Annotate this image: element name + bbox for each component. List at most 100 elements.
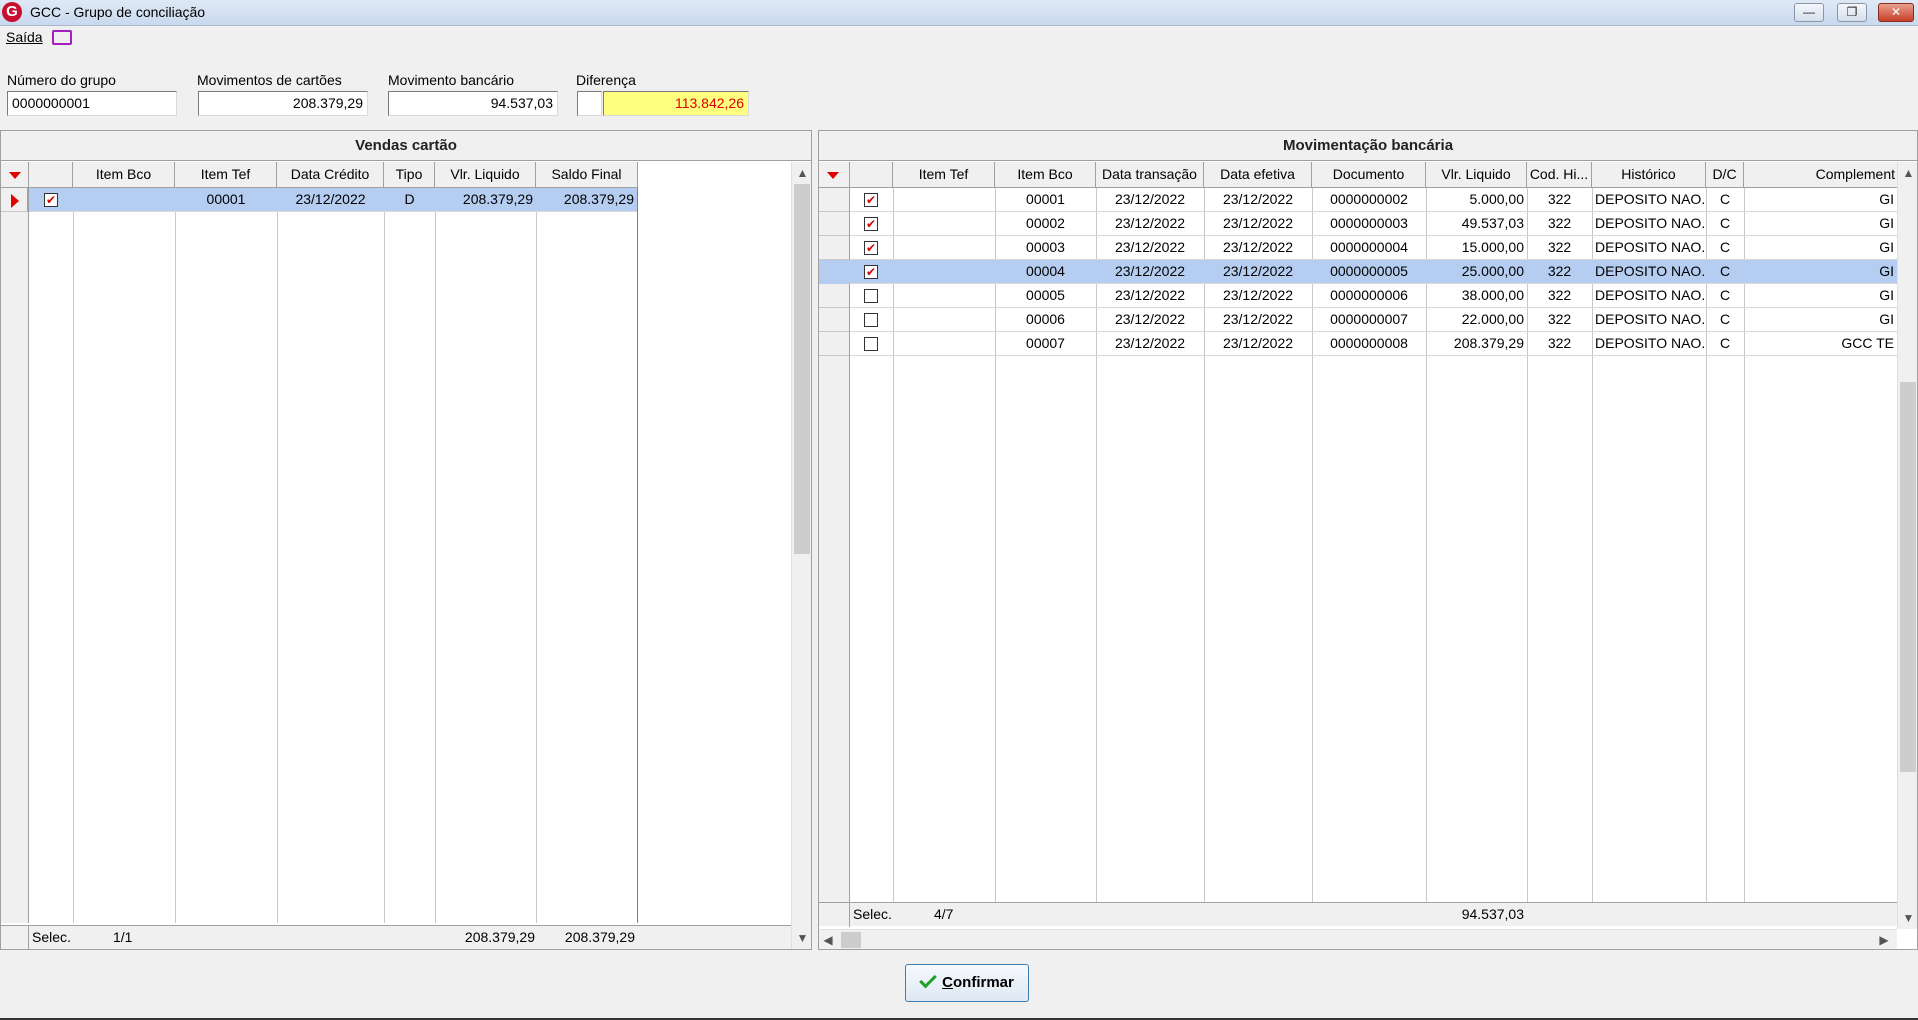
scroll-right-arrow-icon[interactable]: ▶ (1875, 931, 1893, 949)
numero-grupo-field[interactable]: 0000000001 (7, 91, 177, 116)
cell-item-bco: 00003 (995, 236, 1096, 260)
grid-right-border (637, 188, 638, 923)
header-saldo-final[interactable]: Saldo Final (536, 162, 638, 188)
header-item-bco[interactable]: Item Bco (995, 162, 1096, 188)
scrollbar-thumb[interactable] (841, 932, 861, 948)
header-item-tef[interactable]: Item Tef (175, 162, 277, 188)
scroll-up-arrow-icon[interactable]: ▲ (1898, 164, 1917, 182)
header-data-efetiva[interactable]: Data efetiva (1204, 162, 1312, 188)
vendas-cartao-panel: Vendas cartão Item Bco Item Tef Data Cré… (0, 130, 812, 950)
cell-complemento: GІ (1744, 260, 1897, 284)
cell-historico: DEPOSITO NAO... (1592, 332, 1706, 356)
row-checkbox-cell[interactable]: ✔ (850, 260, 893, 284)
table-row[interactable]: 00005 23/12/2022 23/12/2022 0000000006 38.00… (819, 284, 1897, 308)
cell-historico: DEPOSITO NAO... (1592, 284, 1706, 308)
restore-button[interactable]: ❐ (1837, 3, 1867, 22)
header-cod-hist[interactable]: Cod. Hi... (1527, 162, 1592, 188)
row-checkbox-cell[interactable]: ✔ (850, 212, 893, 236)
cell-item-bco: 00002 (995, 212, 1096, 236)
row-checkbox[interactable] (864, 289, 878, 303)
header-check[interactable] (850, 162, 893, 188)
cell-item-bco: 00004 (995, 260, 1096, 284)
table-row[interactable]: ✔ 00003 23/12/2022 23/12/2022 0000000004 15.0… (819, 236, 1897, 260)
cell-dc: C (1706, 188, 1744, 212)
vendas-cartao-grid: Item Bco Item Tef Data Crédito Tipo Vlr.… (1, 162, 791, 949)
header-tipo[interactable]: Tipo (384, 162, 435, 188)
header-item-tef[interactable]: Item Tef (893, 162, 995, 188)
scroll-down-arrow-icon[interactable]: ▼ (1898, 909, 1917, 927)
close-button[interactable]: ✕ (1878, 3, 1914, 22)
cell-complemento: GІ (1744, 188, 1897, 212)
cell-item-tef (893, 188, 995, 212)
footer-selec-label: Selec. (32, 929, 71, 945)
row-checkbox-cell[interactable] (850, 332, 893, 356)
vendas-vertical-scrollbar[interactable]: ▲ ▼ (791, 162, 811, 949)
header-vlr-liquido[interactable]: Vlr. Liquido (435, 162, 536, 188)
header-vlr-liquido[interactable]: Vlr. Liquido (1426, 162, 1527, 188)
header-dc[interactable]: D/C (1706, 162, 1744, 188)
cell-vlr-liquido: 15.000,00 (1426, 236, 1527, 260)
table-row[interactable]: ✔ 00002 23/12/2022 23/12/2022 0000000003 49.5… (819, 212, 1897, 236)
cell-data-transacao: 23/12/2022 (1096, 188, 1204, 212)
row-checkbox[interactable]: ✔ (864, 217, 878, 231)
row-checkbox[interactable] (864, 337, 878, 351)
movimentacao-vertical-scrollbar[interactable]: ▲ ▼ (1897, 162, 1917, 929)
header-data-transacao[interactable]: Data transação (1096, 162, 1204, 188)
row-indicator[interactable] (1, 188, 28, 212)
monitor-icon[interactable] (52, 30, 72, 45)
scroll-left-arrow-icon[interactable]: ◀ (819, 931, 837, 949)
table-row[interactable]: ✔ 00004 23/12/2022 23/12/2022 0000000005 25.0… (819, 260, 1897, 284)
scrollbar-thumb[interactable] (1900, 382, 1916, 772)
row-checkbox[interactable]: ✔ (864, 241, 878, 255)
cell-data-transacao: 23/12/2022 (1096, 260, 1204, 284)
confirmar-label: onfirmar (953, 974, 1014, 991)
cell-data-efetiva: 23/12/2022 (1204, 308, 1312, 332)
movimentacao-horizontal-scrollbar[interactable]: ◀ ▶ (819, 929, 1897, 949)
column-divider (384, 188, 385, 923)
row-checkbox-cell[interactable] (850, 284, 893, 308)
scrollbar-thumb[interactable] (794, 184, 810, 554)
cell-item-tef (893, 284, 995, 308)
row-checkbox-cell[interactable]: ✔ (850, 236, 893, 260)
row-checkbox[interactable] (864, 313, 878, 327)
cell-cod-hist: 322 (1527, 284, 1592, 308)
header-check[interactable] (29, 162, 73, 188)
row-checkbox[interactable]: ✔ (864, 193, 878, 207)
row-checkbox-cell[interactable] (850, 308, 893, 332)
menu-saida[interactable]: Saída (6, 29, 43, 45)
row-checkbox[interactable]: ✔ (864, 265, 878, 279)
row-checkbox-cell[interactable]: ✔ (29, 188, 73, 212)
header-data-credito[interactable]: Data Crédito (277, 162, 384, 188)
cell-item-bco (73, 188, 175, 212)
title-bar: G GCC - Grupo de conciliação — ❐ ✕ (0, 0, 1918, 26)
movimentacao-bancaria-panel: Movimentação bancária Item Tef Item Bco … (818, 130, 1918, 950)
diferenca-label: Diferença (576, 72, 636, 88)
diferenca-field[interactable]: 113.842,26 (603, 91, 749, 116)
movimento-bancario-field[interactable]: 94.537,03 (388, 91, 558, 116)
row-checkbox[interactable]: ✔ (44, 193, 58, 207)
table-row[interactable]: ✔ 00001 23/12/2022 23/12/2022 0000000002 5.00… (819, 188, 1897, 212)
table-row[interactable]: ✔ 00001 23/12/2022 D 208.379,29 208.379,… (29, 188, 637, 212)
header-complemento[interactable]: Complement (1744, 162, 1897, 188)
header-documento[interactable]: Documento (1312, 162, 1426, 188)
minimize-button[interactable]: — (1794, 3, 1824, 22)
movimento-bancario-label: Movimento bancário (388, 72, 515, 88)
header-indicator[interactable] (819, 162, 850, 188)
cell-data-credito: 23/12/2022 (277, 188, 384, 212)
cell-vlr-liquido: 49.537,03 (1426, 212, 1527, 236)
confirmar-button[interactable]: Confirmar (905, 964, 1029, 1002)
cell-data-efetiva: 23/12/2022 (1204, 332, 1312, 356)
row-checkbox-cell[interactable]: ✔ (850, 188, 893, 212)
table-row[interactable]: 00006 23/12/2022 23/12/2022 0000000007 22.00… (819, 308, 1897, 332)
scroll-up-arrow-icon[interactable]: ▲ (792, 164, 811, 182)
cell-data-transacao: 23/12/2022 (1096, 308, 1204, 332)
cell-vlr-liquido: 208.379,29 (435, 188, 536, 212)
movimentos-cartoes-field[interactable]: 208.379,29 (198, 91, 368, 116)
cell-cod-hist: 322 (1527, 308, 1592, 332)
header-item-bco[interactable]: Item Bco (73, 162, 175, 188)
footer-selec-count: 4/7 (934, 906, 954, 922)
header-historico[interactable]: Histórico (1592, 162, 1706, 188)
table-row[interactable]: 00007 23/12/2022 23/12/2022 0000000008 208.3… (819, 332, 1897, 356)
scroll-down-arrow-icon[interactable]: ▼ (792, 929, 811, 947)
header-indicator[interactable] (1, 162, 29, 188)
